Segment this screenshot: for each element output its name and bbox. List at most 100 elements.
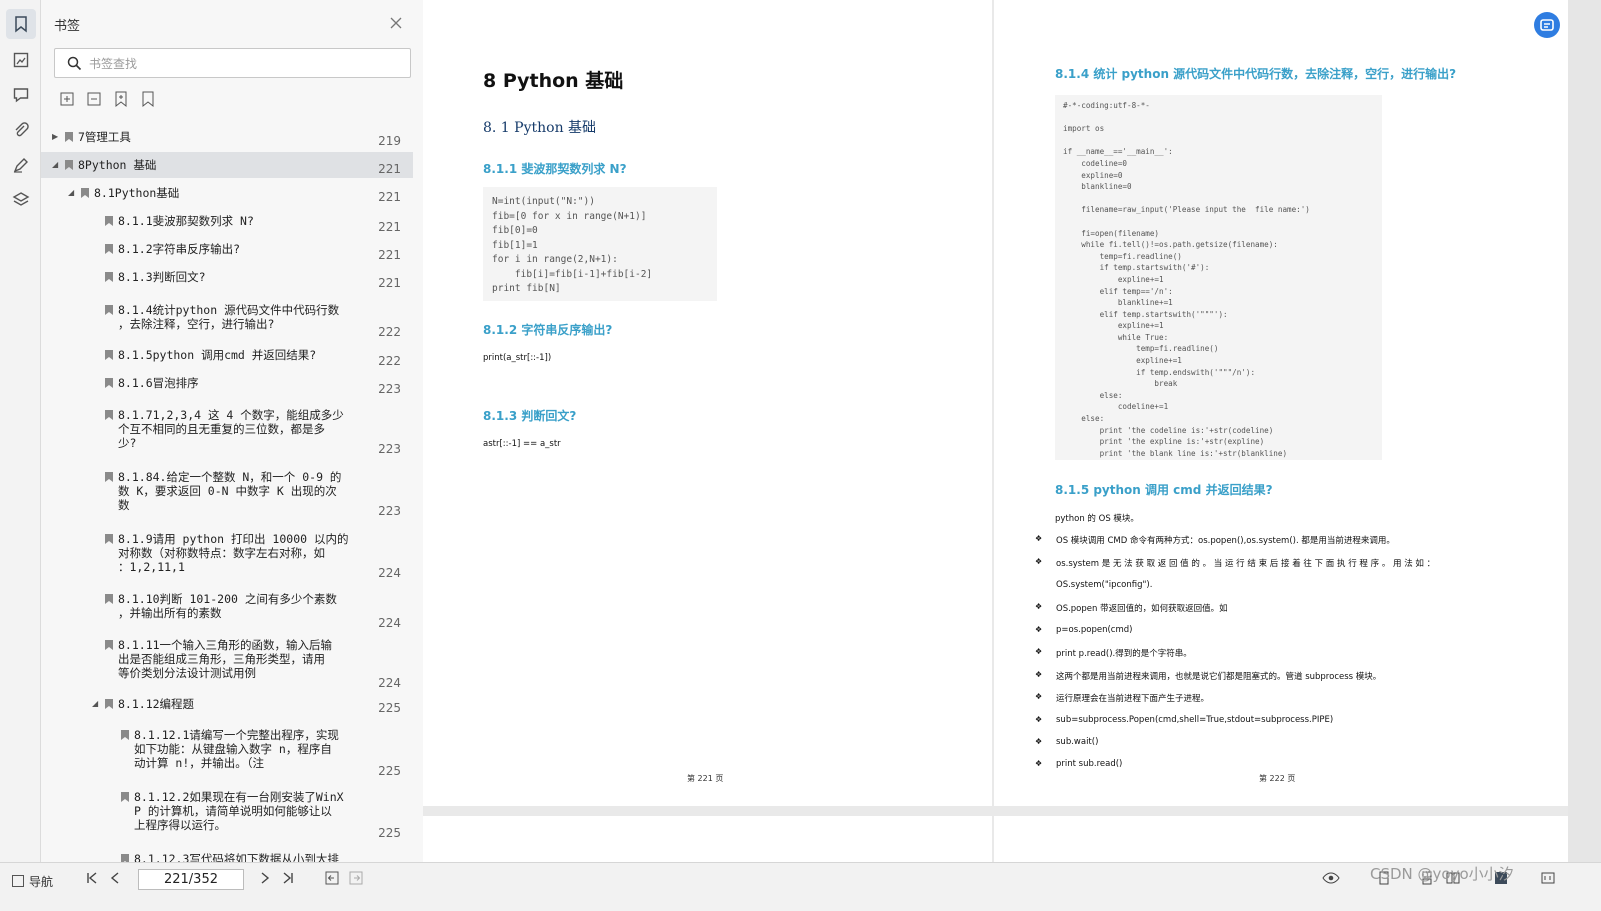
bookmark-item[interactable]: 8.1.12.2如果现在有一台刚安装了WinX P 的计算机，请简单说明如何能够… (41, 784, 413, 842)
bookmark-item[interactable]: ◢ 8.1Python基础 221 (41, 180, 413, 206)
prev-page-icon[interactable] (108, 871, 122, 885)
thumbnail-icon[interactable] (6, 45, 36, 75)
bookmark-item-icon (121, 730, 129, 740)
bullet-icon: ❖ (1035, 670, 1043, 679)
next-page-icon[interactable] (258, 871, 272, 885)
bookmark-item-icon (65, 160, 73, 170)
bullet-item: ❖ print p.read().得到的是个字符串。 (1035, 647, 1192, 659)
page-221: 8 Python 基础 8. 1 Python 基础 8.1.1 斐波那契数列求… (423, 0, 992, 806)
bullet-item: ❖ 这两个都是用当前进程来调用，也就是说它们都是阻塞式的。管道 subproces… (1035, 670, 1382, 682)
actual-size-icon[interactable] (1541, 871, 1555, 885)
bookmark-label: 8.1Python基础 (94, 186, 180, 200)
bookmark-item-icon (121, 792, 129, 802)
attachment-icon[interactable] (6, 115, 36, 145)
page-number-input[interactable]: 221/352 (138, 869, 244, 890)
search-input[interactable] (89, 54, 389, 74)
bookmark-item[interactable]: ◢ 8Python 基础 221 (41, 152, 413, 178)
assistant-icon (1540, 19, 1554, 31)
bullet-item: ❖ p=os.popen(cmd) (1035, 625, 1132, 635)
bookmark-outline-icon[interactable] (139, 90, 157, 108)
floating-assistant-button[interactable] (1534, 12, 1560, 38)
bookmark-item[interactable]: 8.1.12.1请编写一个完整出程序，实现 如下功能：从键盘输入数字 n，程序自… (41, 722, 413, 780)
back-view-icon[interactable] (325, 871, 339, 885)
bookmark-item[interactable]: 8.1.4统计python 源代码文件中代码行数 ，去除注释，空行，进行输出? 2… (41, 297, 413, 341)
page-223-top (423, 816, 992, 862)
last-page-icon[interactable] (281, 871, 295, 885)
forward-view-icon[interactable] (349, 871, 363, 885)
bullet-continuation: OS.system("ipconfig"). (1056, 580, 1153, 590)
bookmark-page-number: 219 (378, 134, 401, 148)
bookmark-page-number: 225 (378, 701, 401, 715)
bookmark-item[interactable]: 8.1.6冒泡排序 223 (41, 370, 413, 398)
bookmark-item[interactable]: 8.1.3判断回文? 221 (41, 264, 413, 292)
bookmark-page-number: 222 (378, 354, 401, 368)
bullet-icon: ❖ (1035, 534, 1043, 543)
bookmark-search[interactable] (54, 48, 411, 78)
bullet-icon: ❖ (1035, 715, 1043, 724)
bookmark-label: 8.1.12编程题 (118, 697, 195, 711)
expand-all-icon[interactable] (58, 90, 76, 108)
bullet-text: 运行原理会在当前进程下面产生子进程。 (1056, 694, 1210, 704)
collapse-all-icon[interactable] (85, 90, 103, 108)
bookmark-page-number: 223 (378, 382, 401, 396)
bookmark-page-number: 224 (378, 616, 401, 630)
bookmark-page-number: 225 (378, 764, 401, 778)
bullet-icon: ❖ (1035, 737, 1043, 746)
bookmark-label: 8.1.12.1请编写一个完整出程序，实现 如下功能：从键盘输入数字 n，程序自… (134, 728, 339, 770)
signature-icon[interactable] (6, 150, 36, 180)
bullet-text: print p.read().得到的是个字符串。 (1056, 649, 1192, 659)
bookmark-page-number: 224 (378, 566, 401, 580)
bookmark-label: 8.1.3判断回文? (118, 270, 206, 284)
first-page-icon[interactable] (85, 871, 99, 885)
bookmark-label: 8.1.71,2,3,4 这 4 个数字，能组成多少 个互不相同的且无重复的三位… (118, 408, 344, 450)
bookmark-label: 8.1.84.给定一个整数 N，和一个 0-9 的 数 K，要求返回 0-N 中… (118, 470, 342, 512)
bullet-text: os.system 是 无 法 获 取 返 回 值 的 。 当 运 行 结 束 … (1056, 559, 1436, 569)
layers-icon[interactable] (6, 185, 36, 215)
code-block: N=int(input("N:")) fib=[0 for x in range… (483, 187, 717, 301)
bookmark-item-icon (65, 132, 73, 142)
bookmark-panel: 书签 ▶ 7管理工具 219 ◢ 8Python 基础 221 ◢ 8.1Python基础 22… (41, 0, 426, 881)
bookmark-item[interactable]: 8.1.2字符串反序输出? 221 (41, 236, 413, 264)
bookmark-label: 8.1.1斐波那契数列求 N? (118, 214, 254, 228)
collapse-arrow-icon[interactable]: ◢ (92, 699, 102, 709)
page-footer: 第 222 页 (1259, 774, 1296, 783)
add-bookmark-icon[interactable] (112, 90, 130, 108)
bullet-item: ❖ 运行原理会在当前进程下面产生子进程。 (1035, 692, 1210, 704)
bookmark-item-icon (105, 640, 113, 650)
bookmark-item-icon (105, 472, 113, 482)
comment-icon[interactable] (6, 80, 36, 110)
bookmark-page-number: 223 (378, 504, 401, 518)
bullet-text: 这两个都是用当前进程来调用，也就是说它们都是阻塞式的。管道 subprocess… (1056, 672, 1382, 682)
close-icon[interactable] (389, 16, 403, 30)
page-222: 8.1.4 统计 python 源代码文件中代码行数，去除注释，空行，进行输出?… (994, 0, 1568, 806)
bookmark-item[interactable]: ◢ 8.1.12编程题 225 (41, 691, 413, 717)
eye-protection-icon[interactable] (1322, 871, 1340, 885)
navigation-toggle[interactable]: 导航 (12, 873, 53, 890)
bookmark-item[interactable]: 8.1.11一个输入三角形的函数，输入后输 出是否能组成三角形，三角形类型，请用… (41, 632, 413, 692)
bookmark-page-number: 221 (378, 162, 401, 176)
status-bar: 导航 221/352 CSDN @yoyo小小汐 (0, 862, 1601, 911)
subsection-heading: 8.1.2 字符串反序输出? (483, 323, 613, 337)
bookmark-item[interactable]: 8.1.10判断 101-200 之间有多少个素数 ，并输出所有的素数 224 (41, 586, 413, 632)
bullet-text: sub.wait() (1056, 737, 1099, 747)
collapse-arrow-icon[interactable]: ◢ (52, 160, 62, 170)
bookmark-item-icon (105, 410, 113, 420)
bookmark-item[interactable]: 8.1.5python 调用cmd 并返回结果? 222 (41, 342, 413, 370)
bookmark-item[interactable]: 8.1.1斐波那契数列求 N? 221 (41, 208, 413, 236)
subsection-heading: 8.1.3 判断回文? (483, 409, 577, 423)
bookmark-item[interactable]: 8.1.71,2,3,4 这 4 个数字，能组成多少 个互不相同的且无重复的三位… (41, 402, 413, 458)
code-line: print(a_str[::-1]) (483, 353, 552, 363)
subsection-heading: 8.1.5 python 调用 cmd 并返回结果? (1055, 483, 1273, 497)
expand-arrow-icon[interactable]: ▶ (52, 132, 62, 142)
bookmark-icon[interactable] (6, 9, 36, 39)
bookmark-item[interactable]: 8.1.84.给定一个整数 N，和一个 0-9 的 数 K，要求返回 0-N 中… (41, 464, 413, 520)
bookmark-item-icon (105, 350, 113, 360)
collapse-arrow-icon[interactable]: ◢ (68, 188, 78, 198)
bookmark-item-icon (105, 699, 113, 709)
bookmark-label: 8.1.9请用 python 打印出 10000 以内的 对称数（对称数特点：数… (118, 532, 349, 574)
bookmark-item[interactable]: 8.1.9请用 python 打印出 10000 以内的 对称数（对称数特点：数… (41, 526, 413, 582)
bookmark-label: 8.1.5python 调用cmd 并返回结果? (118, 348, 317, 362)
bookmark-label: 8Python 基础 (78, 158, 157, 172)
watermark: CSDN @yoyo小小汐 (1370, 865, 1514, 883)
bookmark-item[interactable]: ▶ 7管理工具 219 (41, 124, 413, 150)
